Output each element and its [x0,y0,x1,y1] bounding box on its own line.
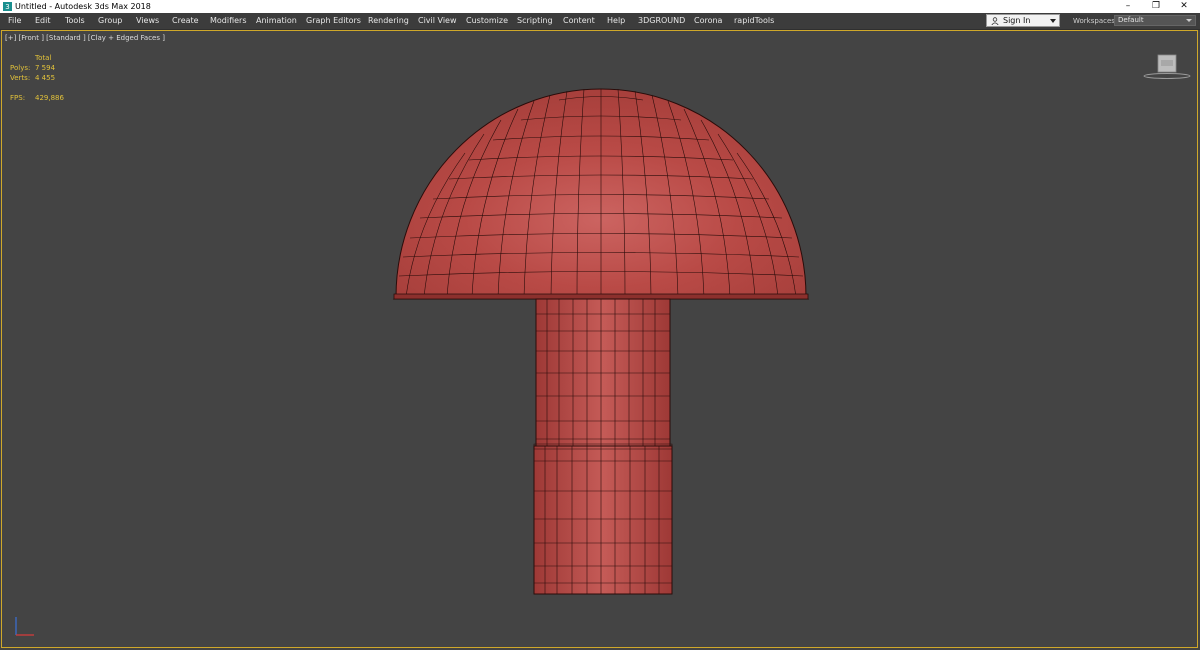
workspaces-value: Default [1118,16,1144,24]
menu-group[interactable]: Group [98,13,122,29]
cap-rim [393,293,809,300]
menu-graph-editors[interactable]: Graph Editors [306,13,361,29]
menu-civil-view[interactable]: Civil View [418,13,457,29]
menu-rapidtools[interactable]: rapidTools [734,13,774,29]
menu-help[interactable]: Help [607,13,625,29]
restore-icon[interactable]: ❐ [1142,0,1170,13]
viewcube-icon[interactable] [1142,53,1192,81]
front-viewport[interactable]: [+] [Front ] [Standard ] [Clay + Edged F… [1,30,1198,648]
menu-animation[interactable]: Animation [256,13,297,29]
menu-customize[interactable]: Customize [466,13,508,29]
chevron-down-icon [1186,19,1192,22]
menu-views[interactable]: Views [136,13,159,29]
menu-edit[interactable]: Edit [35,13,51,29]
window-title: Untitled - Autodesk 3ds Max 2018 [15,2,151,11]
menu-content[interactable]: Content [563,13,595,29]
menu-3dground[interactable]: 3DGROUND [638,13,685,29]
app-window: 3 Untitled - Autodesk 3ds Max 2018 – ❐ ✕… [0,0,1200,650]
menu-rendering[interactable]: Rendering [368,13,409,29]
stem-lower [533,445,673,595]
menu-file[interactable]: File [8,13,21,29]
axis-gizmo-icon [15,617,34,636]
chevron-down-icon [1050,19,1056,23]
menu-modifiers[interactable]: Modifiers [210,13,247,29]
menu-scripting[interactable]: Scripting [517,13,553,29]
menu-corona[interactable]: Corona [694,13,722,29]
app-icon: 3 [3,2,12,11]
menu-tools[interactable]: Tools [65,13,85,29]
workspaces-dropdown[interactable]: Default [1114,15,1196,26]
title-bar: 3 Untitled - Autodesk 3ds Max 2018 – ❐ ✕ [0,0,1200,13]
sign-in-button[interactable]: Sign In [986,14,1060,27]
mushroom-model[interactable] [2,31,1197,647]
menu-create[interactable]: Create [172,13,199,29]
menu-bar: File Edit Tools Group Views Create Modif… [0,13,1200,30]
minimize-icon[interactable]: – [1114,0,1142,13]
close-icon[interactable]: ✕ [1170,0,1198,13]
user-icon [991,17,999,25]
sign-in-label: Sign In [1003,16,1031,25]
svg-text:3: 3 [5,3,9,11]
workspaces-label: Workspaces: [1073,17,1118,25]
stem-upper [535,298,671,447]
